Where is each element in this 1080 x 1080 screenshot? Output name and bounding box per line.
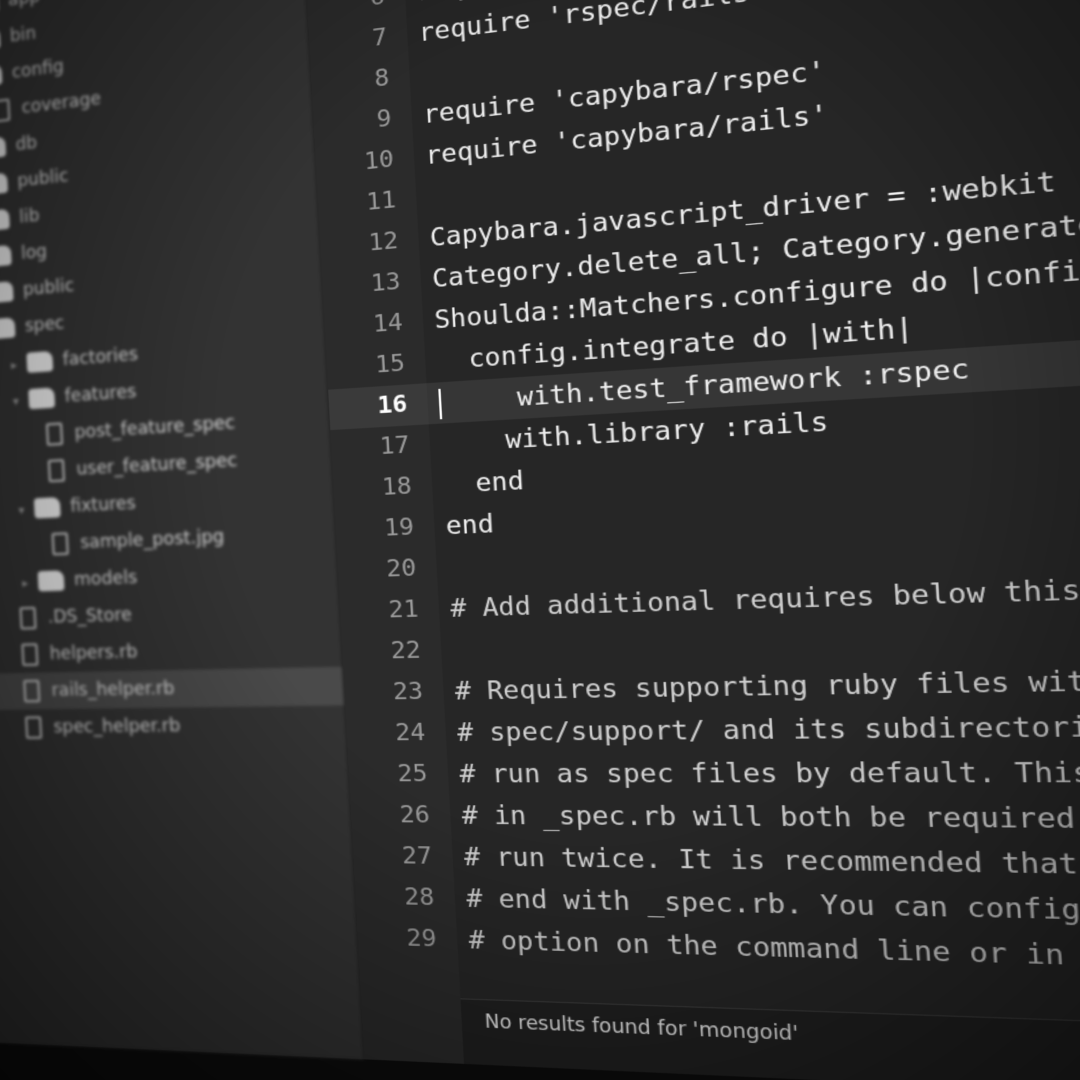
line-number: 25 — [396, 760, 429, 788]
tree-item-label: .DS_Store — [47, 604, 133, 628]
file-icon — [47, 459, 65, 483]
tree-item-label: public — [16, 165, 70, 192]
tree-file-item[interactable]: rails_helper.rb — [0, 666, 345, 711]
tree-item-label: models — [73, 567, 138, 591]
line-number: 19 — [383, 513, 415, 543]
line-number: 17 — [378, 431, 411, 461]
tree-item-label: helpers.rb — [49, 641, 138, 665]
file-icon — [25, 716, 43, 739]
tree-item-label: public — [22, 275, 75, 301]
folder-icon — [0, 172, 9, 196]
code-line[interactable]: # run as spec files by default. This mea… — [447, 750, 1080, 797]
tree-item-label: fixtures — [69, 493, 137, 517]
tree-item-label: spec_helper.rb — [53, 715, 181, 738]
chevron-down-icon[interactable]: ▾ — [8, 383, 24, 420]
file-icon — [23, 679, 41, 703]
code-line-text: # run as spec files by default. This mea… — [458, 758, 1080, 790]
tree-item-label: lib — [18, 205, 40, 228]
tree-item-label: features — [64, 381, 137, 407]
tree-item-label: db — [15, 132, 38, 156]
tree-file-item[interactable]: spec_helper.rb — [0, 705, 346, 746]
folder-icon — [0, 281, 14, 304]
tree-item-label: post_feature_spec — [74, 412, 236, 444]
line-number: 14 — [372, 309, 404, 339]
line-number: 26 — [399, 801, 431, 830]
line-number: 28 — [403, 883, 436, 912]
code-line-text: end — [442, 467, 525, 500]
file-icon — [19, 606, 37, 630]
text-cursor — [438, 388, 443, 419]
line-number: 15 — [374, 350, 406, 380]
folder-icon — [33, 497, 61, 519]
file-icon — [51, 532, 69, 556]
code-editor[interactable]: require File.expand_path("../../config/e… — [397, 0, 1080, 1080]
file-icon — [45, 422, 64, 446]
file-tree-sidebar: ▸app▸bin▸configcoverage▸db▸public▸lib▸lo… — [0, 0, 365, 1060]
line-number: 27 — [401, 842, 433, 871]
editor-window: ▸app▸bin▸configcoverage▸db▸public▸lib▸lo… — [0, 0, 1080, 1080]
file-icon — [0, 98, 11, 123]
tree-item-label: rails_helper.rb — [51, 678, 175, 701]
tree-item-label: factories — [62, 344, 139, 371]
folder-icon — [0, 317, 16, 340]
line-number: 18 — [381, 472, 413, 502]
code-line-text: # option on the command line or in ~/.rs… — [467, 926, 1066, 972]
line-number: 20 — [385, 554, 417, 584]
tree-item-label: coverage — [21, 88, 102, 119]
chevron-right-icon[interactable]: ▸ — [17, 564, 33, 601]
tree-item-label: bin — [9, 23, 37, 47]
code-line-text: # in _spec.rb will both be required and … — [461, 801, 1077, 836]
tree-item-label: spec — [24, 313, 65, 337]
tree-item-label: log — [20, 241, 48, 265]
folder-icon — [28, 387, 56, 410]
status-message: No results found for 'mongoid' — [484, 1011, 800, 1046]
line-number: 29 — [405, 925, 438, 953]
folder-icon — [0, 136, 7, 160]
folder-icon — [0, 208, 10, 232]
tree-item-label: app — [8, 0, 41, 11]
code-line-text: end — [445, 510, 495, 541]
tree-item-label: config — [11, 56, 65, 83]
folder-icon — [37, 570, 65, 592]
tree-item-label: user_feature_spec — [75, 450, 238, 480]
folder-icon — [0, 244, 12, 268]
line-number: 22 — [390, 637, 422, 665]
line-number: 24 — [394, 719, 427, 747]
folder-icon — [0, 28, 1, 52]
chevron-down-icon[interactable]: ▾ — [14, 492, 30, 529]
line-number: 16 — [328, 383, 429, 431]
chevron-right-icon[interactable]: ▸ — [6, 346, 22, 383]
folder-icon — [26, 350, 54, 373]
line-number: 23 — [392, 678, 424, 706]
file-icon — [21, 643, 39, 666]
line-number: 21 — [387, 596, 420, 624]
tree-item-label: sample_post.jpg — [79, 526, 225, 554]
folder-icon — [0, 64, 3, 88]
